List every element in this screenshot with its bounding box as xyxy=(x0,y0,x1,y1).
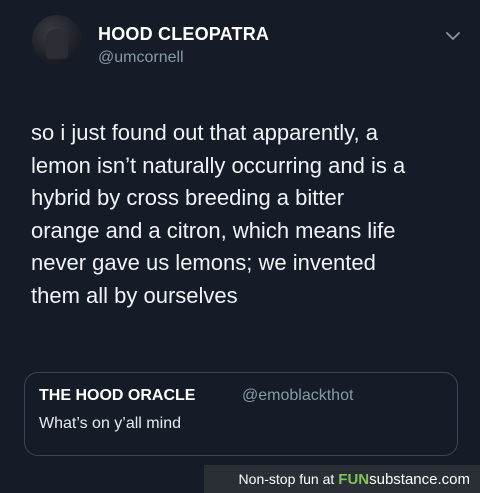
quoted-author-handle: @emoblackthot xyxy=(242,387,354,404)
avatar-figure xyxy=(46,29,68,59)
quoted-tweet-text: What’s on y’all mind xyxy=(39,415,181,432)
avatar[interactable] xyxy=(32,15,82,65)
watermark-brand-bold: FUN xyxy=(338,470,370,488)
quoted-author-name: THE HOOD ORACLE xyxy=(39,387,196,404)
quoted-tweet[interactable]: THE HOOD ORACLE @emoblackthot What’s on … xyxy=(24,372,458,456)
author-name[interactable]: HOOD CLEOPATRA xyxy=(98,24,269,45)
tweet-text: so i just found out that apparently, a l… xyxy=(31,120,406,308)
watermark-banner: Non-stop fun at FUN substance.com xyxy=(204,465,480,493)
watermark-lead: Non-stop fun at xyxy=(238,471,335,487)
watermark-brand-rest: substance.com xyxy=(369,470,470,488)
chevron-down-icon[interactable] xyxy=(445,30,461,42)
author-handle[interactable]: @umcornell xyxy=(98,49,184,67)
